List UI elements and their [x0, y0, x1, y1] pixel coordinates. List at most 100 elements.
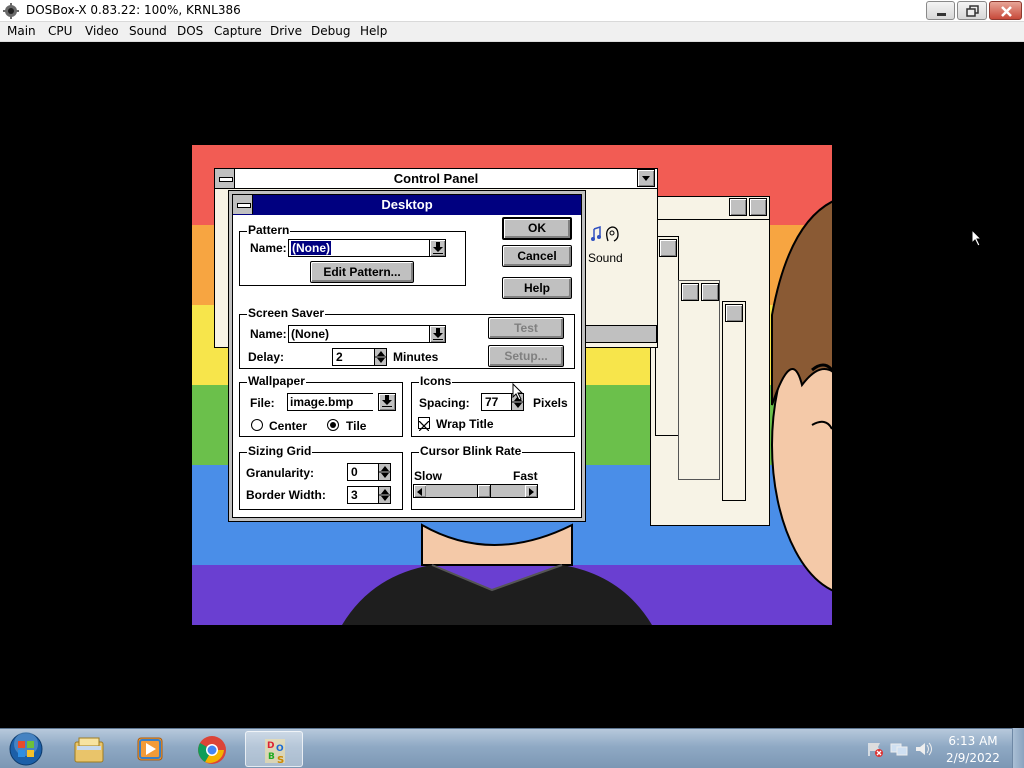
menu-help[interactable]: Help	[360, 24, 387, 38]
control-panel-system-menu[interactable]	[215, 169, 235, 188]
slow-label: Slow	[414, 469, 443, 483]
icons-group-label: Icons	[419, 374, 453, 388]
wrap-title-label[interactable]: Wrap Title	[436, 417, 494, 431]
control-panel-title: Control Panel	[393, 171, 479, 186]
start-button-icon[interactable]	[6, 731, 46, 767]
close-icon	[1001, 6, 1012, 17]
background-window-5[interactable]	[678, 280, 720, 480]
background-window-2[interactable]	[655, 236, 679, 436]
wallpaper-dropdown-button[interactable]	[378, 393, 396, 411]
delay-value: 2	[336, 350, 343, 364]
spin-arrows-icon	[379, 466, 391, 478]
cursor-blink-group-label: Cursor Blink Rate	[419, 444, 523, 458]
slider-right-arrow[interactable]	[525, 485, 537, 497]
background-window-1-minimize[interactable]	[729, 198, 747, 216]
background-window-2-maximize[interactable]	[659, 239, 677, 257]
taskbar-dosbox-button[interactable]: DOBS	[245, 731, 303, 767]
cursor-blink-slider[interactable]	[413, 484, 538, 498]
background-window-1-maximize[interactable]	[749, 198, 767, 216]
delay-unit: Minutes	[393, 350, 439, 364]
taskbar-media-player-button[interactable]	[121, 731, 179, 767]
ok-button[interactable]: OK	[502, 217, 572, 240]
slider-left-arrow[interactable]	[414, 485, 426, 497]
center-radio[interactable]	[251, 419, 263, 431]
background-window-6-maximize[interactable]	[725, 304, 743, 322]
svg-text:S: S	[277, 755, 284, 766]
fast-label: Fast	[513, 469, 538, 483]
action-center-flag-icon[interactable]	[866, 741, 884, 757]
menu-dos[interactable]: DOS	[177, 24, 203, 38]
granularity-spin-arrows[interactable]	[378, 464, 391, 480]
delay-spinner[interactable]: 2	[332, 348, 387, 366]
taskbar-clock[interactable]: 6:13 AM 2/9/2022	[938, 733, 1008, 767]
show-desktop-button[interactable]	[1012, 728, 1024, 768]
screen-saver-dropdown-button[interactable]	[429, 326, 445, 342]
sound-icon[interactable]	[590, 221, 622, 251]
granularity-spinner[interactable]: 0	[347, 463, 391, 481]
clock-time: 6:13 AM	[948, 734, 998, 748]
menu-main[interactable]: Main	[7, 24, 36, 38]
close-button[interactable]	[989, 1, 1022, 20]
screen-saver-name-combo[interactable]: (None)	[288, 325, 446, 343]
tile-radio-label[interactable]: Tile	[346, 419, 366, 433]
granularity-label: Granularity:	[246, 466, 315, 480]
wrap-title-checkbox[interactable]	[418, 417, 430, 432]
host-menu-bar: Main CPU Video Sound DOS Capture Drive D…	[0, 22, 1024, 42]
volume-icon[interactable]	[914, 741, 932, 757]
checkmark-x-icon	[418, 420, 430, 432]
background-window-6[interactable]	[722, 301, 746, 501]
desktop-dialog-system-menu[interactable]	[233, 195, 253, 214]
menu-cpu[interactable]: CPU	[48, 24, 72, 38]
screen-saver-name-value: (None)	[291, 327, 329, 341]
tile-radio[interactable]	[327, 419, 339, 431]
border-width-spin-arrows[interactable]	[378, 487, 391, 503]
maximize-icon	[966, 5, 979, 17]
cancel-button[interactable]: Cancel	[502, 245, 572, 267]
desktop-dialog-title-bar[interactable]: Desktop	[233, 195, 581, 215]
spacing-value: 77	[485, 395, 499, 409]
windows-explorer-icon	[74, 737, 104, 763]
pattern-name-value: (None)	[290, 240, 332, 256]
background-window-5-maximize[interactable]	[701, 283, 719, 301]
menu-drive[interactable]: Drive	[270, 24, 302, 38]
slider-thumb[interactable]	[477, 485, 491, 497]
dropdown-arrow-icon	[433, 328, 443, 340]
wallpaper-file-input[interactable]: image.bmp	[287, 393, 373, 411]
dropdown-arrow-icon	[382, 395, 392, 407]
svg-text:O: O	[276, 744, 284, 754]
pattern-name-combo[interactable]: (None)	[288, 239, 446, 257]
center-radio-label[interactable]: Center	[269, 419, 307, 433]
screen-saver-group-label: Screen Saver	[247, 306, 326, 320]
maximize-button[interactable]	[957, 1, 987, 20]
menu-sound[interactable]: Sound	[129, 24, 167, 38]
dosbox-app-icon[interactable]	[3, 3, 19, 19]
pattern-dropdown-button[interactable]	[429, 240, 445, 256]
sizing-grid-group-label: Sizing Grid	[247, 444, 313, 458]
spin-arrows-icon	[379, 489, 391, 501]
setup-button[interactable]: Setup...	[488, 345, 564, 367]
help-button[interactable]: Help	[502, 277, 572, 299]
test-button[interactable]: Test	[488, 317, 564, 339]
sound-icon-label[interactable]: Sound	[588, 251, 623, 265]
border-width-spinner[interactable]: 3	[347, 486, 391, 504]
taskbar-explorer-button[interactable]	[60, 731, 118, 767]
control-panel-minimize[interactable]	[637, 169, 655, 187]
background-window-5-minimize[interactable]	[681, 283, 699, 301]
spacing-label: Spacing:	[419, 396, 470, 410]
spin-arrows-icon	[375, 351, 387, 363]
svg-text:D: D	[267, 741, 274, 751]
control-panel-title-bar[interactable]: Control Panel	[215, 169, 657, 189]
menu-video[interactable]: Video	[85, 24, 119, 38]
taskbar-chrome-button[interactable]	[183, 731, 241, 767]
control-panel-scrollbar[interactable]	[585, 325, 657, 343]
mouse-cursor-icon	[512, 383, 524, 401]
desktop-dialog-title: Desktop	[381, 197, 433, 212]
chrome-icon	[198, 736, 226, 764]
wallpaper-group-label: Wallpaper	[247, 374, 306, 388]
menu-debug[interactable]: Debug	[311, 24, 350, 38]
menu-capture[interactable]: Capture	[214, 24, 262, 38]
delay-spin-arrows[interactable]	[374, 349, 387, 365]
edit-pattern-button[interactable]: Edit Pattern...	[310, 261, 414, 283]
minimize-button[interactable]	[926, 1, 955, 20]
network-icon[interactable]	[890, 741, 908, 757]
